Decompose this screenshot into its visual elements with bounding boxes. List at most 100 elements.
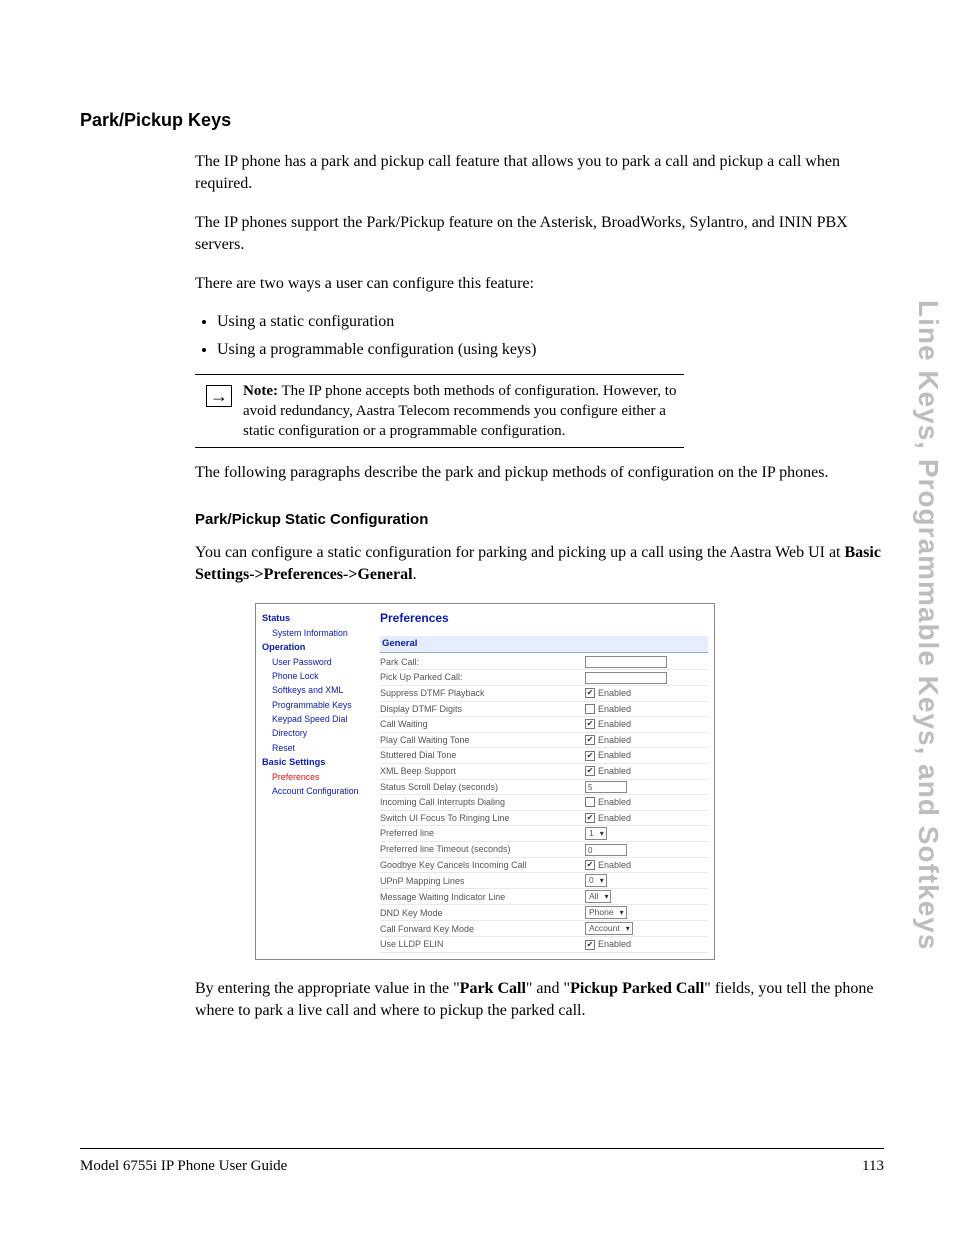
select-dropdown[interactable]: 0 — [585, 874, 607, 887]
checkbox[interactable] — [585, 766, 595, 776]
nav-phone-lock[interactable]: Phone Lock — [272, 670, 368, 682]
nav-directory[interactable]: Directory — [272, 727, 368, 739]
webui-row-control: Account — [585, 922, 708, 935]
checkbox[interactable] — [585, 940, 595, 950]
checkbox[interactable] — [585, 797, 595, 807]
text-input[interactable]: 5 — [585, 781, 627, 793]
nav-basic-settings[interactable]: Basic Settings — [262, 756, 368, 769]
para-follow: The following paragraphs describe the pa… — [195, 462, 884, 484]
para-intro-1: The IP phone has a park and pickup call … — [195, 151, 884, 196]
bullet-item: Using a programmable configuration (usin… — [217, 339, 884, 361]
webui-row: UPnP Mapping Lines0 — [380, 873, 708, 889]
text-input[interactable] — [585, 672, 667, 684]
text-fragment: You can configure a static configuration… — [195, 544, 845, 561]
webui-row-label: UPnP Mapping Lines — [380, 875, 585, 888]
text-fragment: By entering the appropriate value in the… — [195, 980, 460, 997]
webui-row-label: Display DTMF Digits — [380, 703, 585, 716]
checkbox-label: Enabled — [598, 796, 631, 809]
webui-row-label: Switch UI Focus To Ringing Line — [380, 812, 585, 825]
checkbox[interactable] — [585, 719, 595, 729]
webui-main: Preferences General Park Call:Pick Up Pa… — [372, 604, 714, 959]
bullet-list: Using a static configuration Using a pro… — [217, 311, 884, 362]
checkbox-label: Enabled — [598, 938, 631, 951]
webui-row-label: Pick Up Parked Call: — [380, 671, 585, 684]
webui-row-control: Enabled — [585, 718, 708, 731]
webui-row-label: Incoming Call Interrupts Dialing — [380, 796, 585, 809]
text-input[interactable]: 0 — [585, 844, 627, 856]
checkbox-label: Enabled — [598, 749, 631, 762]
nav-operation[interactable]: Operation — [262, 641, 368, 654]
bold-park-call: Park Call — [460, 980, 526, 997]
webui-row-control: Enabled — [585, 938, 708, 951]
text-fragment: . — [413, 566, 417, 583]
bullet-item: Using a static configuration — [217, 311, 884, 333]
webui-row: Goodbye Key Cancels Incoming CallEnabled — [380, 858, 708, 874]
webui-row-control: 0 — [585, 844, 708, 856]
para-static-config: You can configure a static configuration… — [195, 542, 884, 587]
webui-row-label: Play Call Waiting Tone — [380, 734, 585, 747]
text-fragment: " and " — [526, 980, 570, 997]
checkbox[interactable] — [585, 688, 595, 698]
para-closing: By entering the appropriate value in the… — [195, 978, 884, 1023]
webui-row: Display DTMF DigitsEnabled — [380, 702, 708, 718]
webui-row-control: Phone — [585, 906, 708, 919]
webui-row-label: Status Scroll Delay (seconds) — [380, 781, 585, 794]
bold-pickup-parked-call: Pickup Parked Call — [570, 980, 704, 997]
checkbox[interactable] — [585, 813, 595, 823]
webui-row-control — [585, 656, 708, 668]
checkbox[interactable] — [585, 704, 595, 714]
webui-row: Call Forward Key ModeAccount — [380, 921, 708, 937]
webui-preferences-screenshot: Status System Information Operation User… — [255, 603, 715, 960]
select-dropdown[interactable]: All — [585, 890, 611, 903]
webui-row: Pick Up Parked Call: — [380, 670, 708, 686]
webui-row-control — [585, 672, 708, 684]
nav-system-information[interactable]: System Information — [272, 627, 368, 639]
checkbox-label: Enabled — [598, 718, 631, 731]
checkbox[interactable] — [585, 860, 595, 870]
select-dropdown[interactable]: 1 — [585, 827, 607, 840]
nav-programmable-keys[interactable]: Programmable Keys — [272, 699, 368, 711]
webui-row: Stuttered Dial Tone Enabled — [380, 748, 708, 764]
footer-page-number: 113 — [862, 1158, 884, 1175]
nav-keypad-speed-dial[interactable]: Keypad Speed Dial — [272, 713, 368, 725]
webui-row: Status Scroll Delay (seconds)5 — [380, 780, 708, 796]
webui-row: Switch UI Focus To Ringing LineEnabled — [380, 811, 708, 827]
webui-row-label: DND Key Mode — [380, 907, 585, 920]
checkbox[interactable] — [585, 751, 595, 761]
webui-row-control: 5 — [585, 781, 708, 793]
nav-status[interactable]: Status — [262, 612, 368, 625]
webui-row: XML Beep SupportEnabled — [380, 764, 708, 780]
sub-title: Park/Pickup Static Configuration — [195, 509, 884, 530]
text-input[interactable] — [585, 656, 667, 668]
webui-row-label: XML Beep Support — [380, 765, 585, 778]
select-dropdown[interactable]: Account — [585, 922, 633, 935]
webui-row-control: Enabled — [585, 734, 708, 747]
side-tab: Line Keys, Programmable Keys, and Softke… — [912, 300, 944, 950]
checkbox[interactable] — [585, 735, 595, 745]
note-text: Note: The IP phone accepts both methods … — [243, 379, 684, 444]
webui-row: Play Call Waiting Tone Enabled — [380, 733, 708, 749]
nav-reset[interactable]: Reset — [272, 742, 368, 754]
nav-account-configuration[interactable]: Account Configuration — [272, 785, 368, 797]
webui-row: Call WaitingEnabled — [380, 717, 708, 733]
nav-softkeys-xml[interactable]: Softkeys and XML — [272, 684, 368, 696]
para-intro-3: There are two ways a user can configure … — [195, 273, 884, 295]
nav-user-password[interactable]: User Password — [272, 656, 368, 668]
webui-row-label: Stuttered Dial Tone — [380, 749, 585, 762]
checkbox-label: Enabled — [598, 687, 631, 700]
webui-nav: Status System Information Operation User… — [256, 604, 372, 959]
note-arrow-icon: → — [195, 379, 243, 444]
webui-subhead-general: General — [380, 636, 708, 652]
webui-row-label: Use LLDP ELIN — [380, 938, 585, 951]
note-box: → Note: The IP phone accepts both method… — [195, 374, 684, 449]
select-dropdown[interactable]: Phone — [585, 906, 627, 919]
nav-preferences[interactable]: Preferences — [272, 771, 368, 783]
webui-row-control: 1 — [585, 827, 708, 840]
webui-row: Message Waiting Indicator LineAll — [380, 889, 708, 905]
para-intro-2: The IP phones support the Park/Pickup fe… — [195, 212, 884, 257]
webui-row-control: Enabled — [585, 749, 708, 762]
webui-row: Preferred line1 — [380, 826, 708, 842]
checkbox-label: Enabled — [598, 734, 631, 747]
webui-row: Use LLDP ELIN Enabled — [380, 937, 708, 953]
webui-row-label: Preferred line — [380, 827, 585, 840]
